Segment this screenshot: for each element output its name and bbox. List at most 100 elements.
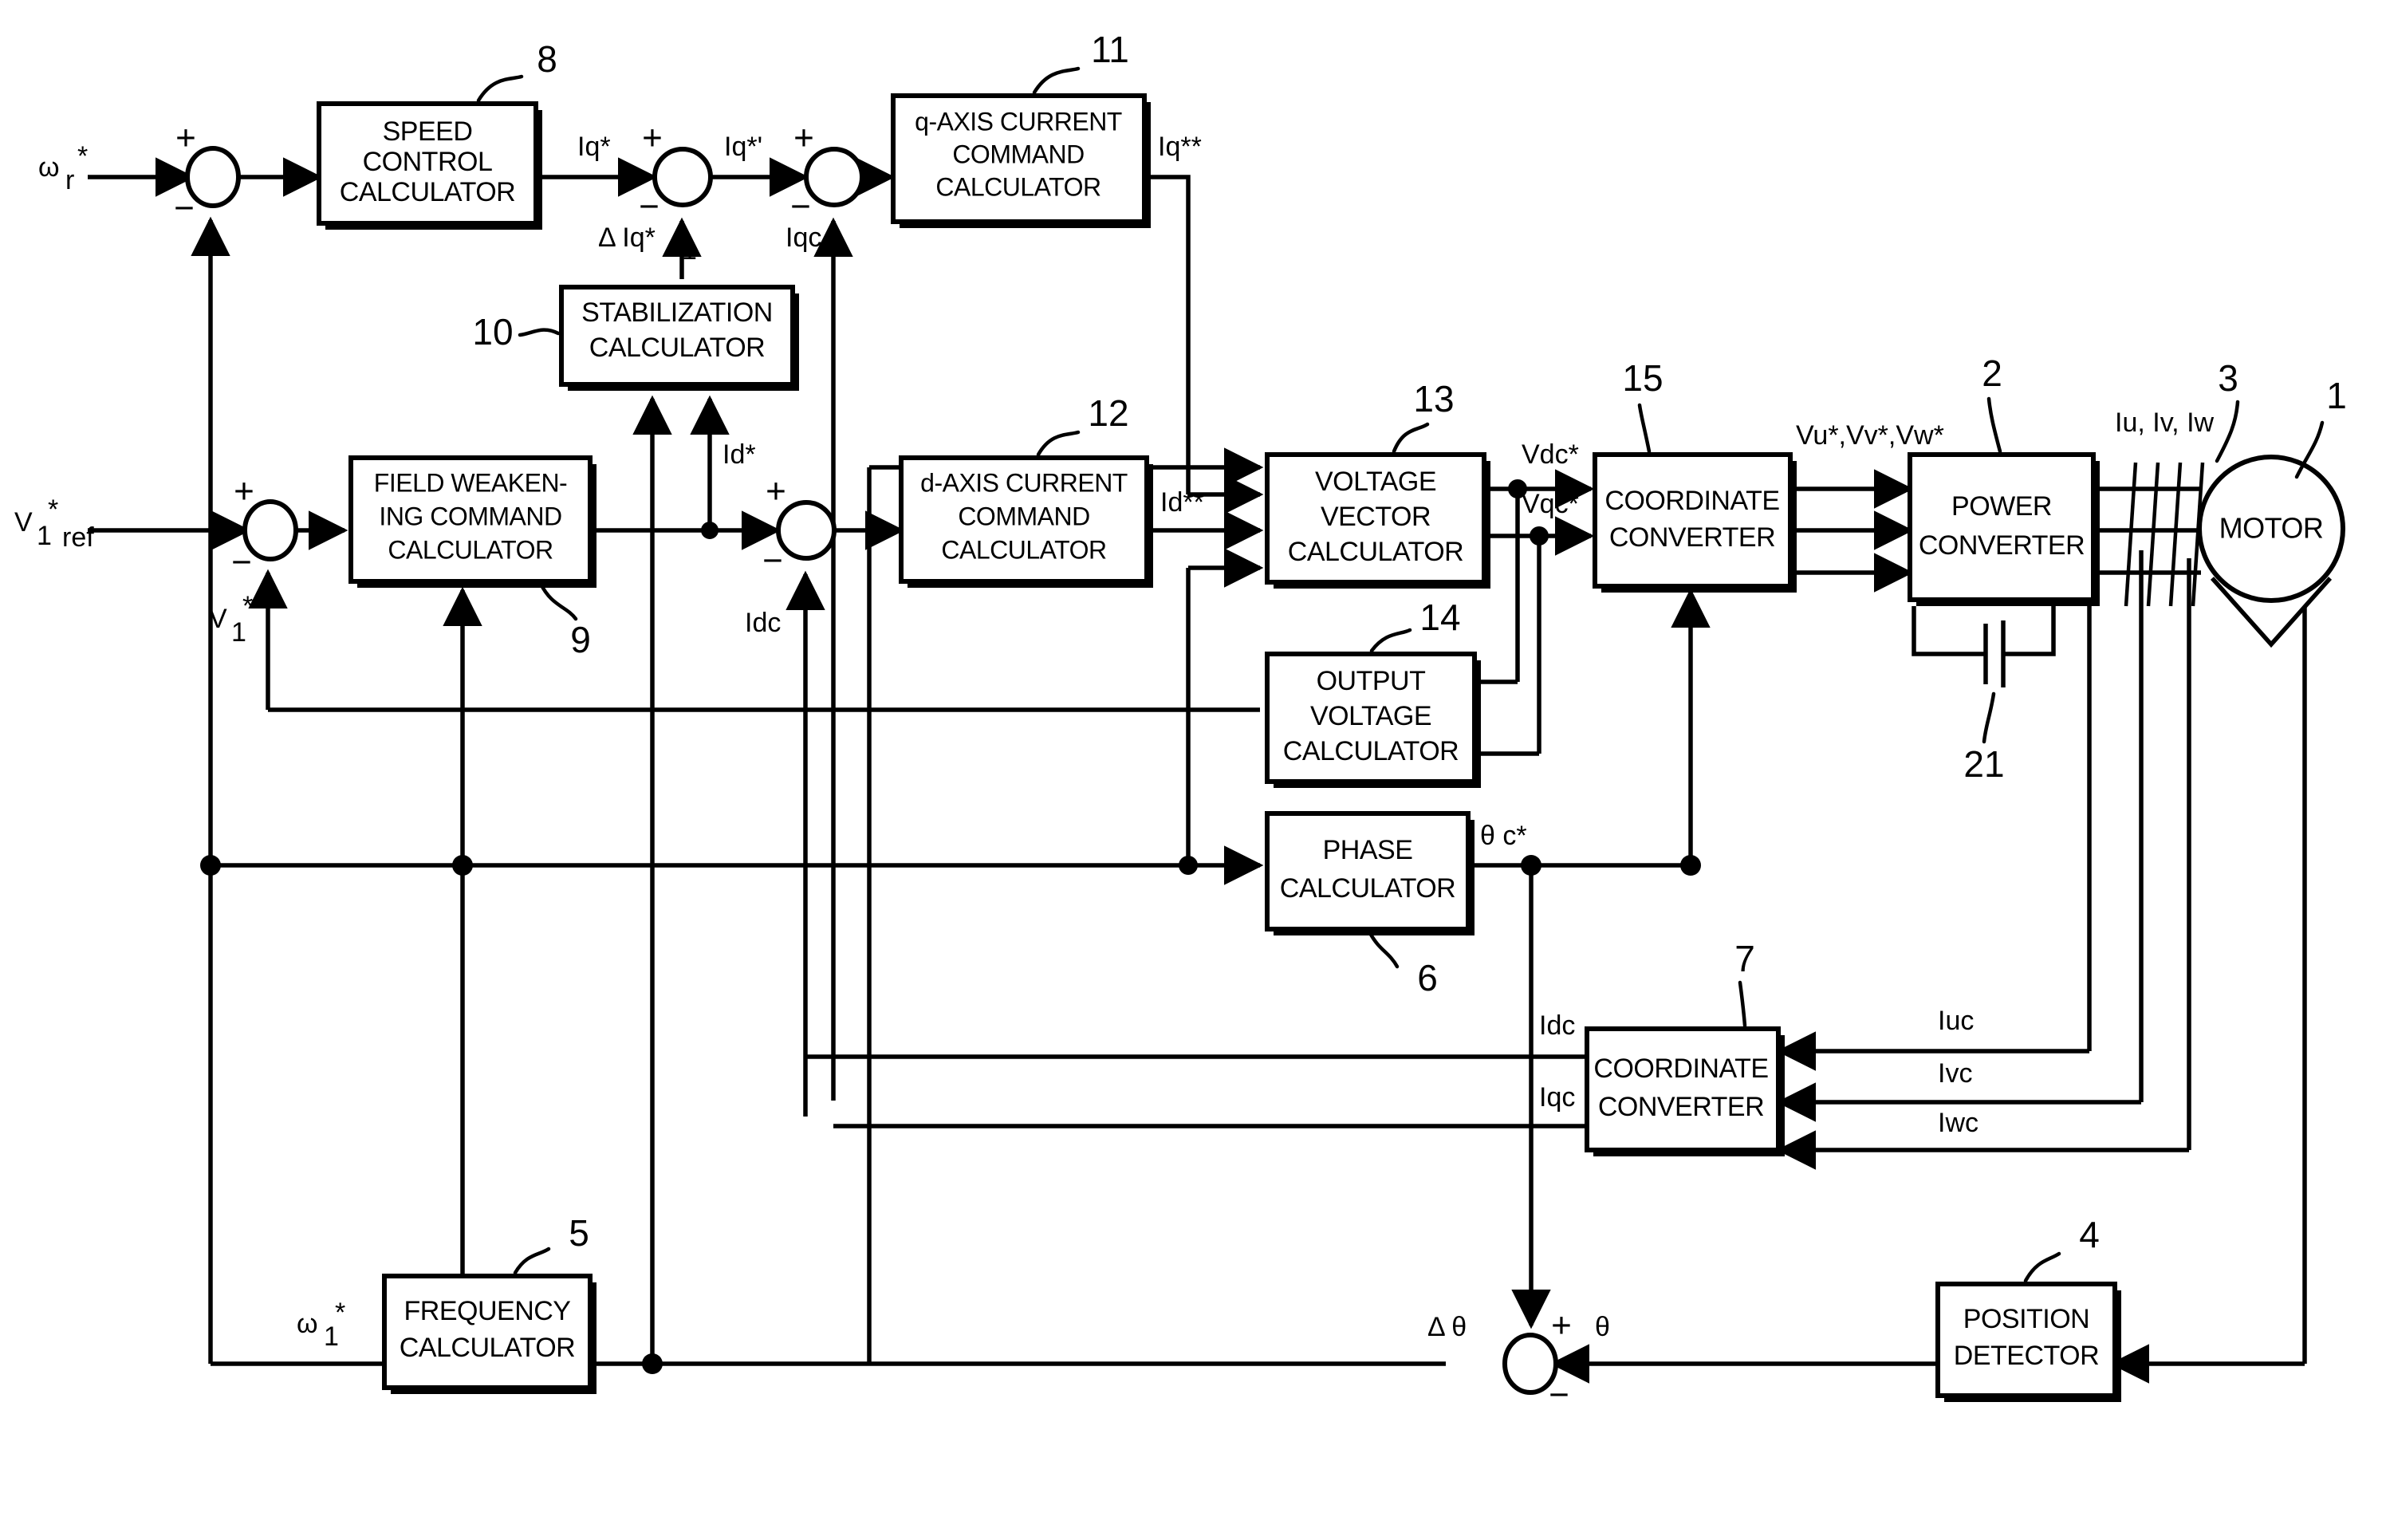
label-delta-iq-star-sub: 1 <box>682 235 697 266</box>
plus-sign-v1: + <box>234 472 254 511</box>
ref-numeral-15: 15 <box>1622 357 1663 399</box>
label-v1star-v: V <box>209 604 227 634</box>
frequency-calc-line-2: CALCULATOR <box>400 1333 575 1363</box>
minus-sign-id: − <box>762 542 783 581</box>
ref-numeral-14: 14 <box>1419 597 1460 638</box>
voltage-vector-line-1: VOLTAGE <box>1315 467 1436 497</box>
field-weakening-line-3: CALCULATOR <box>388 535 553 564</box>
plus-sign-theta: + <box>1551 1306 1572 1345</box>
d-axis-line-1: d-AXIS CURRENT <box>920 468 1128 497</box>
frequency-calc-line-1: FREQUENCY <box>404 1296 571 1326</box>
label-v1ref-star: * <box>48 494 58 525</box>
ref-numeral-7: 7 <box>1734 938 1755 979</box>
ref-numeral-4: 4 <box>2079 1214 2100 1255</box>
summing-junction-iq: + − <box>639 119 713 226</box>
label-id-star: Id* <box>722 439 756 470</box>
block-stabilization-calculator[interactable]: STABILIZATION CALCULATOR 10 <box>472 285 799 391</box>
speed-control-line-1: SPEED <box>383 116 473 147</box>
label-v1star-sub: 1 <box>231 617 246 648</box>
label-vdc-star: Vdc* <box>1522 439 1579 470</box>
summing-junction-v1: + − <box>231 472 298 582</box>
label-speed-ref-omega: ω <box>38 152 60 183</box>
label-idc-conv: Idc <box>1539 1010 1575 1041</box>
block-voltage-vector-calculator[interactable]: VOLTAGE VECTOR CALCULATOR 13 <box>1265 378 1490 589</box>
block-coordinate-converter-reverse[interactable]: COORDINATE CONVERTER 7 <box>1585 938 1785 1156</box>
block-d-axis-current-command-calculator[interactable]: d-AXIS CURRENT COMMAND CALCULATOR 12 <box>899 392 1153 588</box>
summing-junction-speed: + − <box>174 119 241 228</box>
label-speed-ref-star: * <box>77 141 88 171</box>
plus-sign-id: + <box>766 472 786 511</box>
ref-numeral-11: 11 <box>1091 29 1129 70</box>
label-iqc-conv: Iqc <box>1539 1082 1575 1113</box>
label-vuvw-star: Vu*,Vv*,Vw* <box>1796 420 1944 451</box>
label-iuc: Iuc <box>1938 1006 1974 1036</box>
ref-numeral-1: 1 <box>2326 375 2347 416</box>
signal-label-layer: ω r * Iq* Iq*' Iq** Δ Iq* 1 Iqc Id* Idc … <box>14 132 2215 1352</box>
label-phase-currents: Iu, Iv, Iw <box>2115 408 2215 438</box>
label-theta: θ <box>1595 1312 1610 1342</box>
q-axis-line-2: COMMAND <box>952 140 1084 168</box>
summing-junction-theta: + − <box>1502 1306 1572 1415</box>
ref-numeral-13: 13 <box>1413 378 1454 419</box>
output-voltage-line-1: OUTPUT <box>1317 666 1426 696</box>
stabilization-line-1: STABILIZATION <box>581 297 773 328</box>
ref-numeral-12: 12 <box>1088 392 1128 434</box>
field-weakening-line-2: ING COMMAND <box>379 502 561 530</box>
label-iq-double-star: Iq** <box>1158 132 1202 162</box>
position-detector-line-2: DETECTOR <box>1954 1341 2099 1371</box>
schematic-svg: SPEED CONTROL CALCULATOR 8 STABILIZATION… <box>14 29 2347 1415</box>
ref-numeral-10: 10 <box>472 311 513 353</box>
label-delta-iq-star: Δ Iq* <box>598 223 656 253</box>
phase-calc-line-1: PHASE <box>1323 835 1413 865</box>
plus-sign-iq: + <box>642 119 663 158</box>
field-weakening-line-1: FIELD WEAKEN- <box>374 468 567 497</box>
label-iq-star-prime: Iq*' <box>724 132 762 162</box>
voltage-vector-line-3: CALCULATOR <box>1288 537 1463 567</box>
block-q-axis-current-command-calculator[interactable]: q-AXIS CURRENT COMMAND CALCULATOR 11 <box>891 29 1151 228</box>
label-idc-mid: Idc <box>745 608 781 638</box>
minus-sign-iqc: − <box>790 187 811 226</box>
coord-conv-rev-line-1: COORDINATE <box>1593 1054 1768 1084</box>
summing-junction-id: + − <box>762 472 837 581</box>
minus-sign-speed: − <box>174 189 195 228</box>
ref-numeral-3: 3 <box>2218 357 2238 399</box>
label-iqc-top: Iqc <box>785 223 821 253</box>
label-iwc: Iwc <box>1938 1108 1978 1138</box>
label-delta-theta: Δ θ <box>1427 1312 1467 1342</box>
power-converter-line-1: POWER <box>1951 491 2052 522</box>
block-field-weakening-command-calculator[interactable]: FIELD WEAKEN- ING COMMAND CALCULATOR 9 <box>348 455 596 660</box>
position-detector-line-1: POSITION <box>1963 1304 2089 1334</box>
output-voltage-line-3: CALCULATOR <box>1283 736 1459 766</box>
q-axis-line-1: q-AXIS CURRENT <box>915 107 1122 136</box>
block-frequency-calculator[interactable]: FREQUENCY CALCULATOR 5 <box>382 1212 596 1394</box>
label-omega1-star-tail: * <box>335 1298 345 1328</box>
block-phase-calculator[interactable]: PHASE CALCULATOR 6 <box>1265 811 1475 998</box>
output-voltage-line-2: VOLTAGE <box>1310 701 1431 731</box>
minus-sign-iq: − <box>639 187 659 226</box>
speed-control-line-3: CALCULATOR <box>340 177 515 207</box>
label-omega1-star: ω <box>297 1309 318 1339</box>
phase-calc-line-2: CALCULATOR <box>1280 873 1455 904</box>
q-axis-line-3: CALCULATOR <box>935 172 1100 201</box>
label-theta-c-star: θ c* <box>1480 821 1527 851</box>
label-vqc-star: Vqc* <box>1522 489 1579 519</box>
motor-label: MOTOR <box>2219 512 2324 545</box>
block-motor[interactable]: MOTOR 1 3 <box>2197 357 2347 648</box>
block-speed-control-calculator[interactable]: SPEED CONTROL CALCULATOR 8 <box>317 38 557 230</box>
minus-sign-v1: − <box>231 543 252 582</box>
label-ivc: Ivc <box>1938 1058 1972 1089</box>
label-v1ref-sub: 1 <box>37 521 52 551</box>
ref-numeral-9: 9 <box>570 619 591 660</box>
d-axis-line-3: CALCULATOR <box>941 535 1106 564</box>
label-v1ref-v: V <box>14 507 33 538</box>
block-power-converter[interactable]: POWER CONVERTER 2 <box>1908 353 2100 606</box>
block-coordinate-converter-forward[interactable]: COORDINATE CONVERTER 15 <box>1593 357 1797 593</box>
block-position-detector[interactable]: POSITION DETECTOR 4 <box>1935 1214 2121 1402</box>
coord-conv-fwd-line-2: CONVERTER <box>1609 522 1775 553</box>
speed-control-line-2: CONTROL <box>363 147 493 177</box>
minus-sign-theta: − <box>1549 1376 1569 1415</box>
block-output-voltage-calculator[interactable]: OUTPUT VOLTAGE CALCULATOR 14 <box>1265 597 1481 788</box>
plus-sign-iqc: + <box>793 119 814 158</box>
coord-conv-rev-line-2: CONVERTER <box>1598 1092 1764 1122</box>
plus-sign-speed: + <box>175 119 196 158</box>
